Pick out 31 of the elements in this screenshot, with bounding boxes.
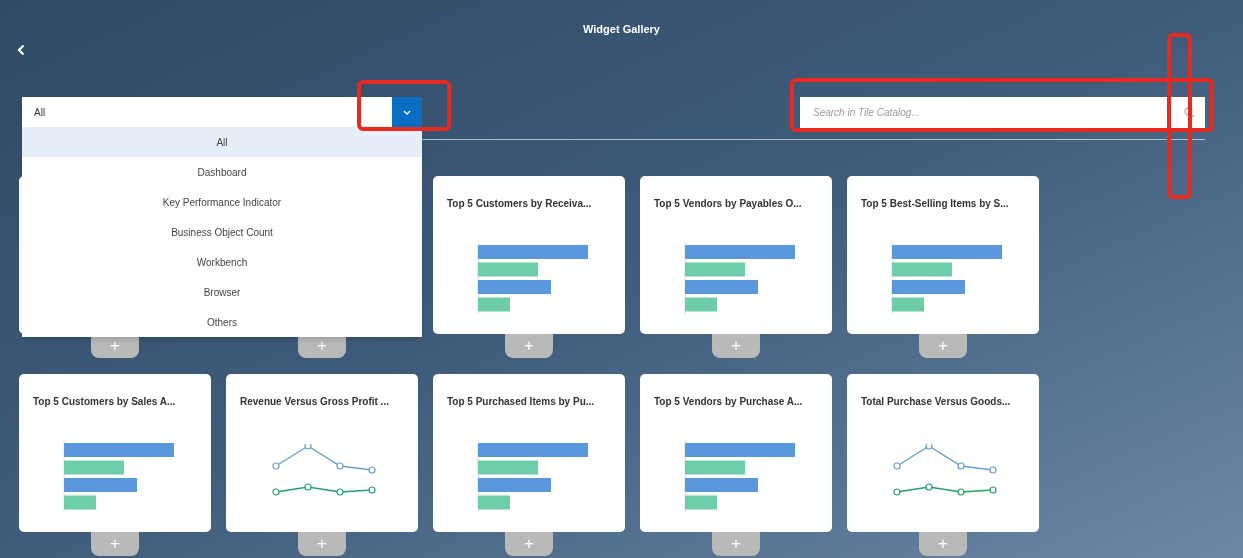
tile-title: Top 5 Customers by Sales A... — [33, 396, 176, 407]
tile-title: Top 5 Vendors by Purchase A... — [654, 396, 803, 407]
widget-tile[interactable]: Top 5 Customers by Receiva... — [433, 176, 625, 334]
chevron-down-icon — [403, 109, 411, 115]
window-title: Widget Gallery — [582, 22, 661, 37]
dropdown-value: All — [33, 105, 46, 120]
dropdown-option[interactable]: Browser — [22, 277, 422, 307]
back-icon[interactable] — [17, 43, 25, 56]
widget-tile[interactable]: Top 5 Customers by Sales A... — [19, 374, 211, 532]
search-field[interactable]: Search in Tile Catalog... — [800, 97, 1205, 128]
tile-title: Top 5 Customers by Receiva... — [447, 198, 592, 209]
tile-title: Revenue Versus Gross Profit ... — [240, 396, 389, 407]
dropdown-option[interactable]: Key Performance Indicator — [22, 187, 422, 217]
dropdown-option[interactable]: All — [22, 127, 422, 157]
widget-tile[interactable]: Top 5 Best-Selling Items by S... — [847, 176, 1039, 334]
dropdown-toggle-button[interactable] — [392, 97, 422, 127]
widget-tile[interactable]: Total Purchase Versus Goods... — [847, 374, 1039, 532]
widget-tile[interactable]: Top 5 Purchased Items by Pu... — [433, 374, 625, 532]
tile-title: Total Purchase Versus Goods... — [861, 396, 1011, 407]
search-icon[interactable] — [1184, 107, 1195, 118]
tile-title: Top 5 Best-Selling Items by S... — [861, 198, 1009, 209]
widget-tile[interactable]: Revenue Versus Gross Profit ... — [226, 374, 418, 532]
tile-title: Top 5 Purchased Items by Pu... — [447, 396, 595, 407]
dropdown-option[interactable]: Others — [22, 307, 422, 337]
category-dropdown[interactable]: All — [22, 97, 422, 127]
tile-title: Top 5 Vendors by Payables O... — [654, 198, 802, 209]
dropdown-option[interactable]: Business Object Count — [22, 217, 422, 247]
dropdown-option[interactable]: Workbench — [22, 247, 422, 277]
widget-tile[interactable]: Top 5 Vendors by Payables O... — [640, 176, 832, 334]
widget-tile[interactable]: Top 5 Vendors by Purchase A... — [640, 374, 832, 532]
dropdown-option[interactable]: Dashboard — [22, 157, 422, 187]
